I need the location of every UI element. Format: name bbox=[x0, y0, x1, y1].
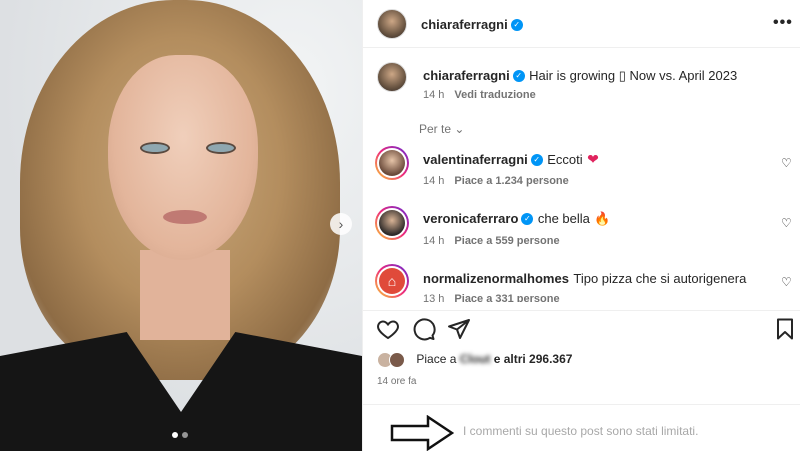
translate-link[interactable]: Vedi traduzione bbox=[454, 89, 535, 101]
post-timestamp: 14 ore fa bbox=[377, 376, 417, 387]
red-heart-emoji-icon: ❤ bbox=[587, 151, 599, 167]
caption-username[interactable]: chiaraferragni bbox=[423, 68, 510, 83]
carousel-dots bbox=[172, 432, 188, 438]
next-photo-chevron-icon[interactable]: › bbox=[330, 213, 352, 235]
photo-face bbox=[108, 55, 258, 260]
comment-text: Tipo pizza che si autorigenera bbox=[573, 271, 747, 286]
like-comment-heart-icon[interactable]: ♡ bbox=[781, 217, 793, 229]
verified-badge-icon: ✓ bbox=[512, 69, 525, 82]
comment-item: veronicaferraro ✓ che bella 🔥 bbox=[423, 210, 611, 228]
comment-time: 13 h bbox=[423, 293, 445, 302]
comment-text: che bella bbox=[537, 211, 590, 226]
post-view: › chiaraferragni ✓ ••• chiaraferragni ✓ Ha… bbox=[0, 0, 800, 451]
pointing-arrow-icon bbox=[390, 415, 454, 451]
share-send-icon[interactable] bbox=[447, 317, 471, 341]
comment-meta: 13 h Piace a 331 persone bbox=[423, 293, 560, 302]
comment-username[interactable]: valentinaferragni bbox=[423, 152, 528, 167]
post-header: chiaraferragni ✓ ••• bbox=[363, 0, 800, 48]
author-username[interactable]: chiaraferragni bbox=[421, 17, 508, 32]
comment-filter-label: Per te bbox=[419, 122, 452, 136]
likes-summary[interactable]: Piace a Clout e altri 296.367 bbox=[377, 352, 572, 368]
like-comment-heart-icon[interactable]: ♡ bbox=[781, 157, 793, 169]
comment-item: normalizenormalhomes Tipo pizza che si a… bbox=[423, 270, 746, 288]
comment-meta: 14 h Piace a 1.234 persone bbox=[423, 175, 569, 187]
comment-username[interactable]: veronicaferraro bbox=[423, 211, 518, 226]
commenter-avatar[interactable] bbox=[375, 146, 409, 180]
photo-lips bbox=[163, 210, 207, 224]
comment-likes[interactable]: Piace a 1.234 persone bbox=[454, 175, 568, 187]
comment-time: 14 h bbox=[423, 175, 445, 187]
commenter-avatar[interactable] bbox=[375, 206, 409, 240]
comment-time: 14 h bbox=[423, 235, 445, 247]
carousel-dot bbox=[182, 432, 188, 438]
comment-bubble-icon[interactable] bbox=[412, 317, 436, 341]
save-bookmark-icon[interactable] bbox=[773, 317, 797, 341]
comments-limited-message: I commenti su questo post sono stati lim… bbox=[463, 424, 699, 438]
post-side-panel: chiaraferragni ✓ ••• chiaraferragni ✓ Hair… bbox=[362, 0, 800, 451]
comment-text: Eccoti bbox=[547, 152, 583, 167]
photo-eye-left bbox=[140, 142, 170, 154]
post-actions-bar bbox=[363, 310, 800, 346]
more-options-icon[interactable]: ••• bbox=[773, 14, 793, 32]
photo-eye-right bbox=[206, 142, 236, 154]
caption-author-avatar[interactable] bbox=[377, 62, 407, 92]
comment-likes[interactable]: Piace a 559 persone bbox=[454, 235, 559, 247]
liker-avatar bbox=[389, 352, 405, 368]
likes-count[interactable]: e altri 296.367 bbox=[490, 352, 573, 366]
comments-limited-bar: I commenti su questo post sono stati lim… bbox=[363, 404, 800, 451]
liker-avatars bbox=[377, 352, 413, 368]
photo-neck bbox=[140, 250, 230, 340]
caption-time: 14 h bbox=[423, 89, 445, 101]
like-comment-heart-icon[interactable]: ♡ bbox=[781, 276, 793, 288]
liker-username-censored[interactable]: Clout bbox=[460, 352, 491, 366]
like-heart-icon[interactable] bbox=[376, 317, 400, 341]
house-icon: ⌂ bbox=[379, 268, 405, 294]
fire-emoji-icon: 🔥 bbox=[594, 211, 611, 226]
comment-filter-dropdown[interactable]: Per te ⌄ bbox=[419, 122, 464, 136]
caption: chiaraferragni ✓ Hair is growing ▯ Now vs… bbox=[423, 67, 737, 85]
comment-likes[interactable]: Piace a 331 persone bbox=[454, 293, 559, 302]
comment-username[interactable]: normalizenormalhomes bbox=[423, 271, 569, 286]
post-photo[interactable]: › bbox=[0, 0, 362, 451]
verified-badge-icon: ✓ bbox=[510, 18, 523, 31]
verified-badge-icon: ✓ bbox=[530, 153, 543, 166]
caption-meta: 14 h Vedi traduzione bbox=[423, 89, 536, 101]
verified-badge-icon: ✓ bbox=[521, 212, 534, 225]
comment-item: valentinaferragni ✓ Eccoti ❤ bbox=[423, 151, 599, 169]
carousel-dot-active bbox=[172, 432, 178, 438]
author-avatar[interactable] bbox=[377, 9, 407, 39]
likes-prefix: Piace a bbox=[416, 352, 460, 367]
caption-text: Hair is growing ▯ Now vs. April 2023 bbox=[529, 68, 738, 83]
comment-meta: 14 h Piace a 559 persone bbox=[423, 235, 560, 247]
chevron-down-icon: ⌄ bbox=[454, 122, 465, 136]
commenter-avatar[interactable]: ⌂ bbox=[375, 264, 409, 298]
